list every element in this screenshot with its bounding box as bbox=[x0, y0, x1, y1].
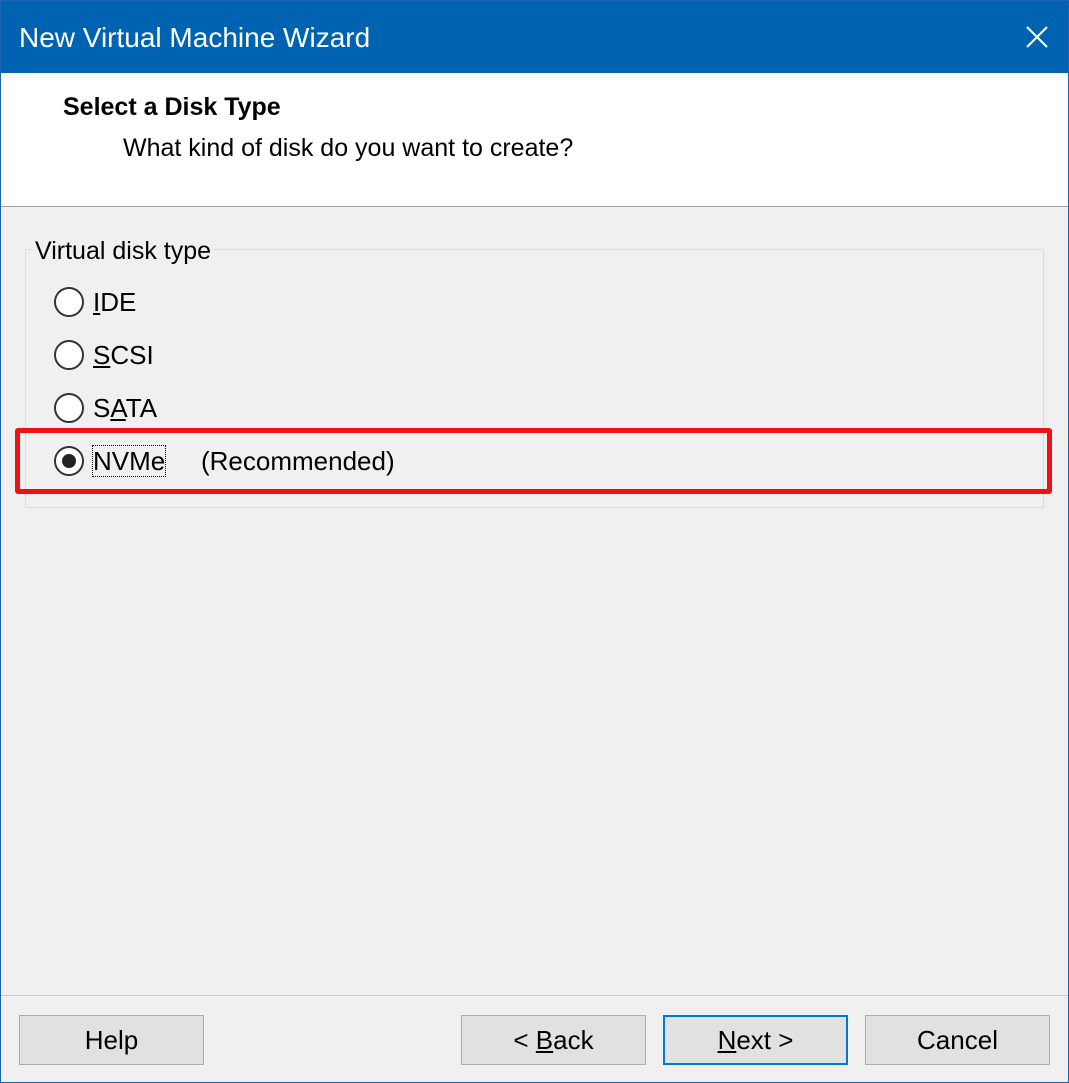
page-title: Select a Disk Type bbox=[63, 93, 281, 121]
disk-type-group-label: Virtual disk type bbox=[33, 235, 214, 267]
radio-button-circle[interactable] bbox=[54, 393, 84, 423]
wizard-header: Select a Disk Type What kind of disk do … bbox=[1, 73, 1068, 207]
wizard-window: New Virtual Machine Wizard Select a Disk… bbox=[0, 0, 1069, 1083]
radio-button-circle[interactable] bbox=[54, 287, 84, 317]
radio-label-sata: SATA bbox=[93, 393, 158, 423]
radio-label-ide: IDE bbox=[93, 287, 137, 317]
disk-type-groupbox bbox=[25, 249, 1044, 508]
footer-divider bbox=[1, 995, 1068, 996]
radio-label-nvme: NVMe bbox=[91, 445, 167, 477]
radio-selected-dot bbox=[62, 454, 76, 468]
title-bar: New Virtual Machine Wizard bbox=[1, 1, 1068, 73]
recommended-note: (Recommended) bbox=[201, 446, 395, 476]
cancel-button[interactable]: Cancel bbox=[865, 1015, 1050, 1065]
help-button[interactable]: Help bbox=[19, 1015, 204, 1065]
next-button[interactable]: Next > bbox=[663, 1015, 848, 1065]
radio-button-circle[interactable] bbox=[54, 340, 84, 370]
radio-button-circle-selected[interactable] bbox=[54, 446, 84, 476]
close-button[interactable] bbox=[1010, 1, 1068, 73]
radio-label-scsi: SCSI bbox=[93, 340, 154, 370]
close-icon bbox=[1026, 26, 1048, 48]
page-subtitle: What kind of disk do you want to create? bbox=[123, 134, 574, 162]
window-title: New Virtual Machine Wizard bbox=[19, 22, 371, 53]
back-button[interactable]: < Back bbox=[461, 1015, 646, 1065]
